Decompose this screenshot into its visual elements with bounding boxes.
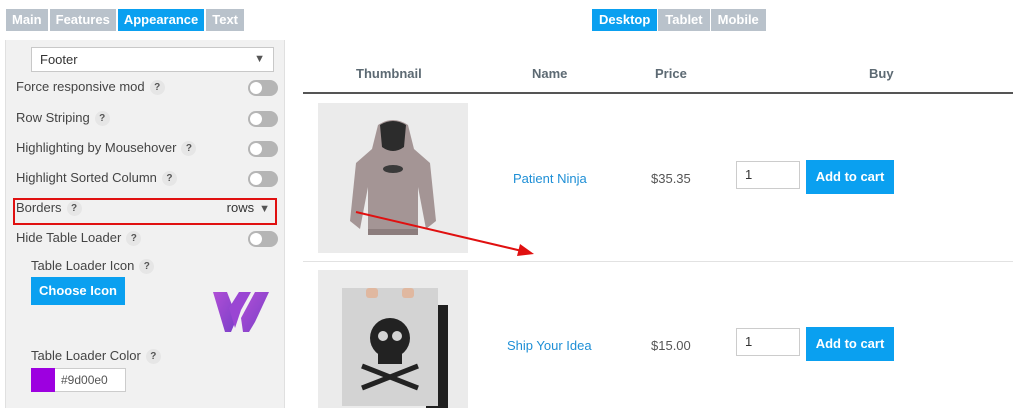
hide-loader-toggle[interactable] [248,231,278,247]
table-header: Thumbnail Name Price Buy [303,40,1013,94]
column-header-name[interactable]: Name [532,66,567,81]
table-row: Patient Ninja $35.35 1 Add to cart [303,103,1013,263]
highlight-hover-toggle[interactable] [248,141,278,157]
help-icon[interactable]: ? [149,80,165,95]
setting-highlight-hover: Highlighting by Mousehover? [16,137,278,159]
product-table: Thumbnail Name Price Buy Patient Ninja $… [303,40,1013,408]
device-tabs: Desktop Tablet Mobile [592,9,766,31]
help-icon[interactable]: ? [161,171,177,186]
borders-select-value: rows [226,200,255,215]
setting-label: Table Loader Icon [31,258,135,273]
help-icon[interactable]: ? [126,231,142,246]
setting-hide-loader: Hide Table Loader? [16,227,278,249]
help-icon[interactable]: ? [66,201,82,216]
poster-image [318,270,468,408]
toggle-knob [250,82,262,94]
loader-logo-icon [213,292,269,332]
help-icon[interactable]: ? [181,141,197,156]
column-header-thumbnail[interactable]: Thumbnail [356,66,422,81]
add-to-cart-button[interactable]: Add to cart [806,160,894,194]
highlight-sorted-toggle[interactable] [248,171,278,187]
help-icon[interactable]: ? [139,259,155,274]
appearance-settings-panel: Footer ▼ Force responsive mod? Row Strip… [5,40,285,408]
tab-features[interactable]: Features [49,9,116,31]
row-striping-toggle[interactable] [248,111,278,127]
tab-tablet[interactable]: Tablet [658,9,710,31]
toggle-knob [250,233,262,245]
quantity-input[interactable]: 1 [736,161,800,189]
setting-row-striping: Row Striping? [16,107,278,129]
setting-loader-icon: Table Loader Icon? [31,255,271,277]
setting-label: Borders [16,200,62,215]
add-to-cart-button[interactable]: Add to cart [806,327,894,361]
tab-text[interactable]: Text [206,9,245,31]
loader-color-swatch[interactable] [31,368,55,392]
toggle-knob [250,143,262,155]
product-thumbnail[interactable] [318,270,468,408]
chevron-down-icon: ▼ [259,203,270,215]
product-name-link[interactable]: Patient Ninja [513,171,587,186]
loader-color-input[interactable]: #9d00e0 [55,368,126,392]
choose-icon-button[interactable]: Choose Icon [31,277,125,305]
setting-label: Highlighting by Mousehover [16,140,177,155]
tab-appearance[interactable]: Appearance [117,9,205,31]
setting-label: Row Striping [16,110,90,125]
borders-select[interactable]: rows ▼ [227,197,270,220]
table-row: Ship Your Idea $15.00 1 Add to cart [303,270,1013,408]
help-icon[interactable]: ? [145,349,161,364]
setting-label: Hide Table Loader [16,230,122,245]
setting-borders: Borders? rows ▼ [16,197,278,219]
toggle-knob [250,173,262,185]
tab-main[interactable]: Main [6,9,48,31]
help-icon[interactable]: ? [94,111,110,126]
column-header-price[interactable]: Price [655,66,687,81]
column-header-buy[interactable]: Buy [869,66,894,81]
hoodie-image [318,103,468,253]
force-responsive-toggle[interactable] [248,80,278,96]
product-price: $15.00 [651,338,691,353]
setting-highlight-sorted: Highlight Sorted Column? [16,167,278,189]
setting-label: Highlight Sorted Column [16,170,157,185]
setting-label: Table Loader Color [31,348,141,363]
setting-label: Force responsive mod [16,79,145,94]
product-thumbnail[interactable] [318,103,468,253]
tab-mobile[interactable]: Mobile [710,9,766,31]
setting-loader-color: Table Loader Color? [31,345,271,367]
row-divider [303,261,1013,262]
footer-select[interactable]: Footer ▼ [31,47,274,72]
quantity-input[interactable]: 1 [736,328,800,356]
tab-desktop[interactable]: Desktop [592,9,658,31]
chevron-down-icon: ▼ [254,53,265,65]
product-name-link[interactable]: Ship Your Idea [507,338,592,353]
toggle-knob [250,113,262,125]
setting-force-responsive: Force responsive mod? [16,76,278,98]
product-price: $35.35 [651,171,691,186]
footer-select-value: Footer [40,52,78,67]
settings-tabs: Main Features Appearance Text [6,9,245,31]
